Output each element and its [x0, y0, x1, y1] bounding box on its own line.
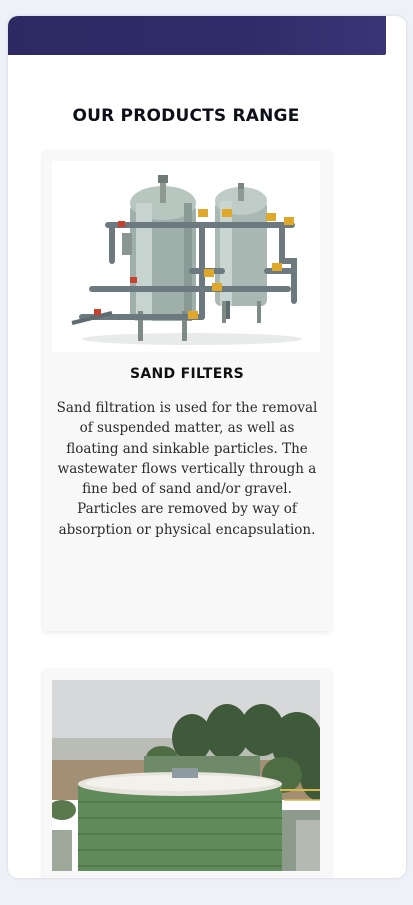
sand-filter-image	[52, 161, 320, 352]
product-card[interactable]	[43, 670, 331, 878]
product-card[interactable]: SAND FILTERS Sand filtration is used for…	[43, 151, 331, 631]
section-title: OUR PRODUCTS RANGE	[72, 106, 300, 126]
product-description: Sand filtration is used for the removal …	[56, 400, 318, 538]
page-container: OUR PRODUCTS RANGE SAND FILTERS Sand fil…	[8, 16, 406, 878]
product-name: SAND FILTERS	[129, 366, 245, 382]
top-banner	[8, 16, 386, 55]
treatment-tank-image	[52, 680, 320, 871]
